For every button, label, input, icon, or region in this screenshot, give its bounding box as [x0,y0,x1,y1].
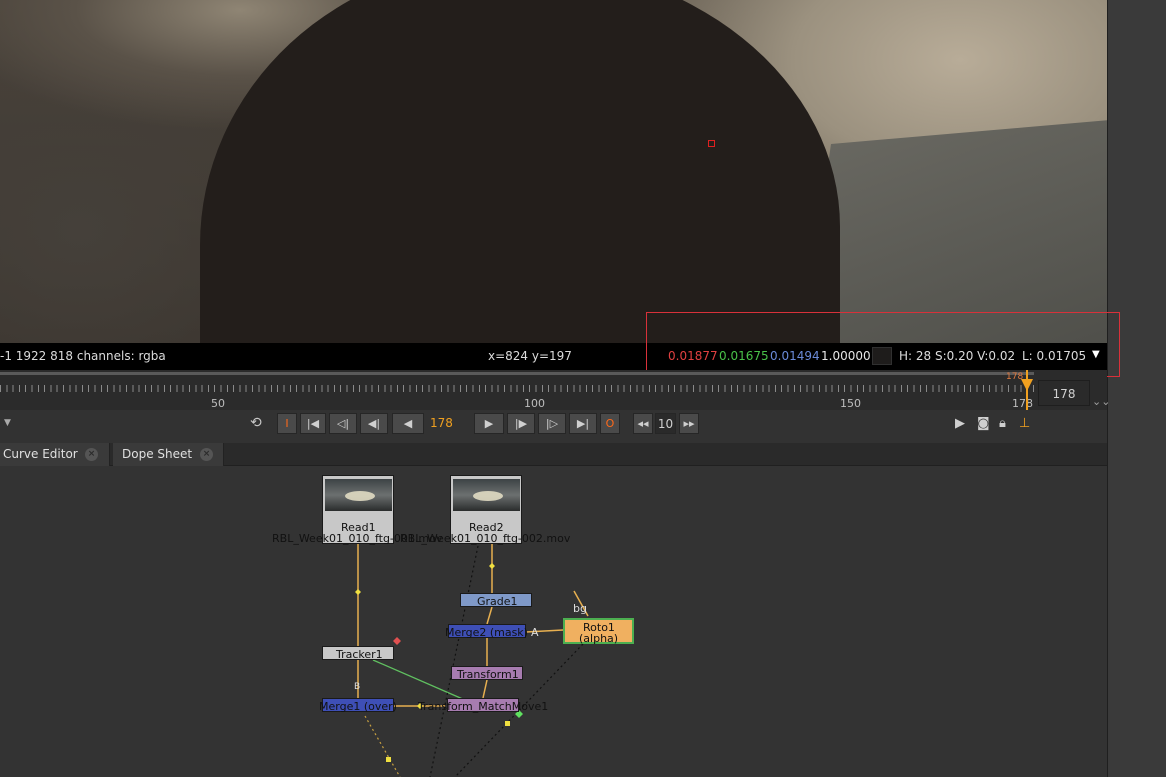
close-icon[interactable]: × [85,448,98,461]
node-merge1[interactable]: Merge1 (over) [319,698,397,713]
node-transform-matchmove1[interactable]: Transform_MatchMove1 [418,698,548,713]
viewer-image-wall [800,120,1107,343]
pixel-probe-marker [708,140,715,147]
capture-icon[interactable]: ◙ [977,416,990,431]
input-b-label: B [354,682,361,692]
timeline[interactable]: 50 100 150 178 178 [0,370,1107,410]
skip-forward-icon[interactable]: ▸▸ [679,413,699,434]
double-chevron-down-icon[interactable]: ⌄⌄ [1092,395,1110,408]
skip-back-icon[interactable]: ◂◂ [633,413,653,434]
menu-arrow-icon[interactable]: ▼ [4,418,11,428]
timeline-ticks [0,385,1034,392]
input-a-label: A [531,626,539,639]
first-frame-icon[interactable]: |◀ [300,413,326,434]
node-label: Grade1 [477,595,518,608]
viewer-canvas[interactable] [0,0,1107,343]
tick-label: 50 [211,397,225,410]
node-label: Merge1 (over) [319,700,397,713]
play-backward-icon[interactable]: ◀ [392,413,424,434]
read1-thumbnail [325,479,392,511]
format-info: -1 1922 818 channels: rgba [0,349,166,363]
play-forward-icon[interactable]: ▶ [474,413,504,434]
node-label: Transform_MatchMove1 [418,700,549,713]
read2-file-label: RBL_Week01_010_ftg-002.mov [400,532,571,545]
frame-end-field[interactable]: 178 [1038,380,1090,406]
next-keyframe-icon[interactable]: |▷ [538,413,566,434]
cursor-coords: x=824 y=197 [488,349,572,363]
lock-icon[interactable]: 🔒︎ [999,416,1006,431]
input-bg-label: bg [573,602,587,615]
playhead-label: 178 [1006,372,1024,382]
set-out-point-button[interactable]: O [600,413,620,434]
flipbook-icon[interactable]: ▶ [955,416,965,431]
node-connections [355,544,589,777]
panel-tabs: Curve Editor × Dope Sheet × [0,443,1107,466]
current-frame-display[interactable]: 178 [430,416,453,430]
tab-label: Curve Editor [3,447,78,461]
transport-controls: ▼ ⟲ I |◀ ◁| ◀| ◀ 178 ▶ |▶ |▷ ▶| O ◂◂ 10 … [0,410,1107,438]
node-roto1[interactable]: Roto1 (alpha) [563,618,634,645]
node-transform1[interactable]: Transform1 [451,666,523,681]
tab-label: Dope Sheet [122,447,193,461]
read2-thumbnail [453,479,520,511]
node-label: Transform1 [457,668,519,681]
node-grade1[interactable]: Grade1 [460,593,532,608]
viewer-image-subject [200,0,840,343]
tick-label: 100 [524,397,545,410]
node-label: Merge2 (mask) [445,626,528,639]
node-merge2[interactable]: Merge2 (mask) [445,624,528,639]
prev-frame-icon[interactable]: ◀| [360,413,388,434]
properties-panel-strip [1107,0,1166,777]
node-graph[interactable]: Read1 RBL_Week01_010_ftg-001.mov Read2 R… [0,466,1107,777]
timeline-track [0,372,1034,375]
frame-step-field[interactable]: 10 [655,413,676,434]
highlight-box [646,312,1120,377]
proxy-icon[interactable]: ⊥ [1019,416,1030,431]
tick-label: 150 [840,397,861,410]
set-in-point-button[interactable]: I [277,413,297,434]
tick-label: 178 [1012,397,1033,410]
node-label: Tracker1 [336,648,383,661]
tab-curve-editor[interactable]: Curve Editor × [0,443,110,466]
next-frame-icon[interactable]: |▶ [507,413,535,434]
node-sublabel: (alpha) [579,632,619,645]
last-frame-icon[interactable]: ▶| [569,413,597,434]
node-tracker1[interactable]: Tracker1 [322,646,394,661]
prev-keyframe-icon[interactable]: ◁| [329,413,357,434]
loop-mode-icon[interactable]: ⟲ [250,415,262,431]
tab-dope-sheet[interactable]: Dope Sheet × [113,443,224,466]
close-icon[interactable]: × [200,448,213,461]
